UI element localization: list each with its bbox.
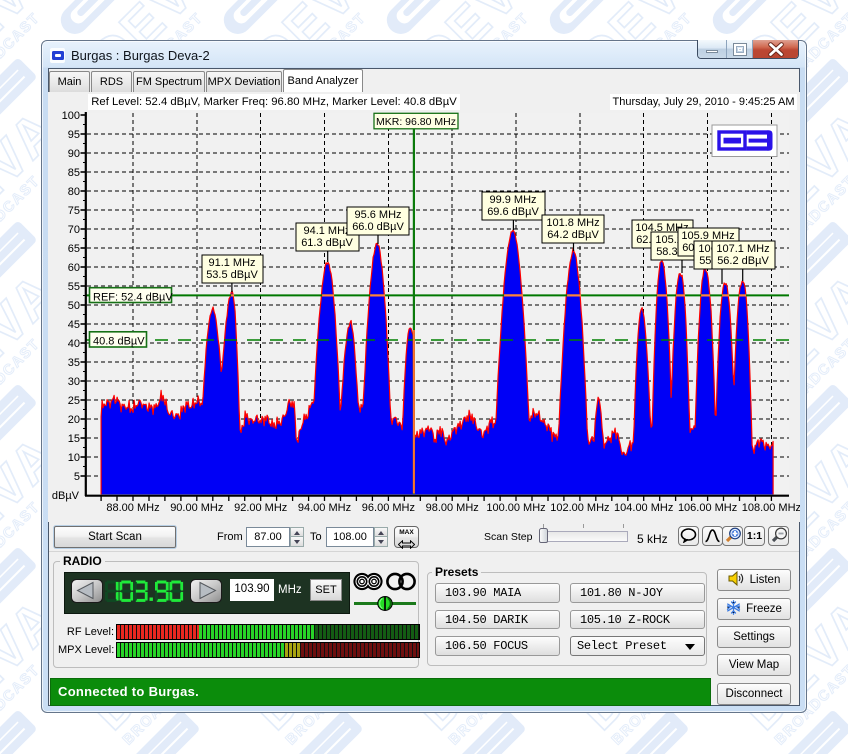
svg-text:90: 90	[68, 148, 80, 160]
svg-text:96.00 MHz: 96.00 MHz	[362, 502, 415, 514]
svg-text:106.00 MHz: 106.00 MHz	[678, 502, 737, 514]
svg-text:104.00 MHz: 104.00 MHz	[614, 502, 673, 514]
svg-text:91.1 MHz: 91.1 MHz	[208, 257, 255, 269]
svg-text:75: 75	[68, 205, 80, 217]
svg-text:56.2 dBµV: 56.2 dBµV	[717, 255, 769, 267]
svg-text:dBµV: dBµV	[52, 490, 80, 502]
svg-text:15: 15	[68, 433, 80, 445]
svg-text:108.00 MHz: 108.00 MHz	[742, 502, 800, 514]
svg-text:94.1 MHz: 94.1 MHz	[303, 225, 350, 237]
svg-text:69.6 dBµV: 69.6 dBµV	[487, 206, 539, 218]
svg-text:45: 45	[68, 319, 80, 331]
svg-text:95.6 MHz: 95.6 MHz	[354, 209, 401, 221]
svg-text:35: 35	[68, 357, 80, 369]
svg-text:40: 40	[68, 338, 80, 350]
svg-text:20: 20	[68, 414, 80, 426]
svg-text:60: 60	[68, 262, 80, 274]
svg-text:30: 30	[68, 376, 80, 388]
svg-text:88.00 MHz: 88.00 MHz	[106, 502, 159, 514]
svg-text:40.8 dBµV: 40.8 dBµV	[93, 336, 145, 348]
svg-text:105.9 MHz: 105.9 MHz	[681, 230, 734, 242]
svg-text:98.00 MHz: 98.00 MHz	[426, 502, 479, 514]
svg-text:102.00 MHz: 102.00 MHz	[550, 502, 609, 514]
svg-text:53.5 dBµV: 53.5 dBµV	[206, 269, 258, 281]
svg-text:94.00 MHz: 94.00 MHz	[298, 502, 351, 514]
svg-text:10: 10	[68, 452, 80, 464]
svg-text:MKR: 96.80 MHz: MKR: 96.80 MHz	[376, 116, 456, 128]
svg-text:55: 55	[68, 281, 80, 293]
svg-text:65: 65	[68, 243, 80, 255]
svg-text:64.2 dBµV: 64.2 dBµV	[547, 229, 599, 241]
svg-text:100: 100	[62, 110, 80, 122]
svg-text:80: 80	[68, 186, 80, 198]
svg-text:50: 50	[68, 300, 80, 312]
svg-text:99.9 MHz: 99.9 MHz	[489, 194, 536, 206]
svg-text:92.00 MHz: 92.00 MHz	[234, 502, 287, 514]
svg-text:70: 70	[68, 224, 80, 236]
svg-text:66.0 dBµV: 66.0 dBµV	[352, 221, 404, 233]
svg-text:90.00 MHz: 90.00 MHz	[170, 502, 223, 514]
svg-text:61.3 dBµV: 61.3 dBµV	[301, 237, 353, 249]
svg-text:95: 95	[68, 129, 80, 141]
svg-text:REF: 52.4 dBµV: REF: 52.4 dBµV	[93, 292, 173, 304]
svg-text:100.00 MHz: 100.00 MHz	[486, 502, 545, 514]
svg-text:25: 25	[68, 395, 80, 407]
svg-text:101.8 MHz: 101.8 MHz	[546, 217, 599, 229]
svg-text:85: 85	[68, 167, 80, 179]
svg-text:5: 5	[74, 471, 80, 483]
svg-text:107.1 MHz: 107.1 MHz	[716, 243, 769, 255]
